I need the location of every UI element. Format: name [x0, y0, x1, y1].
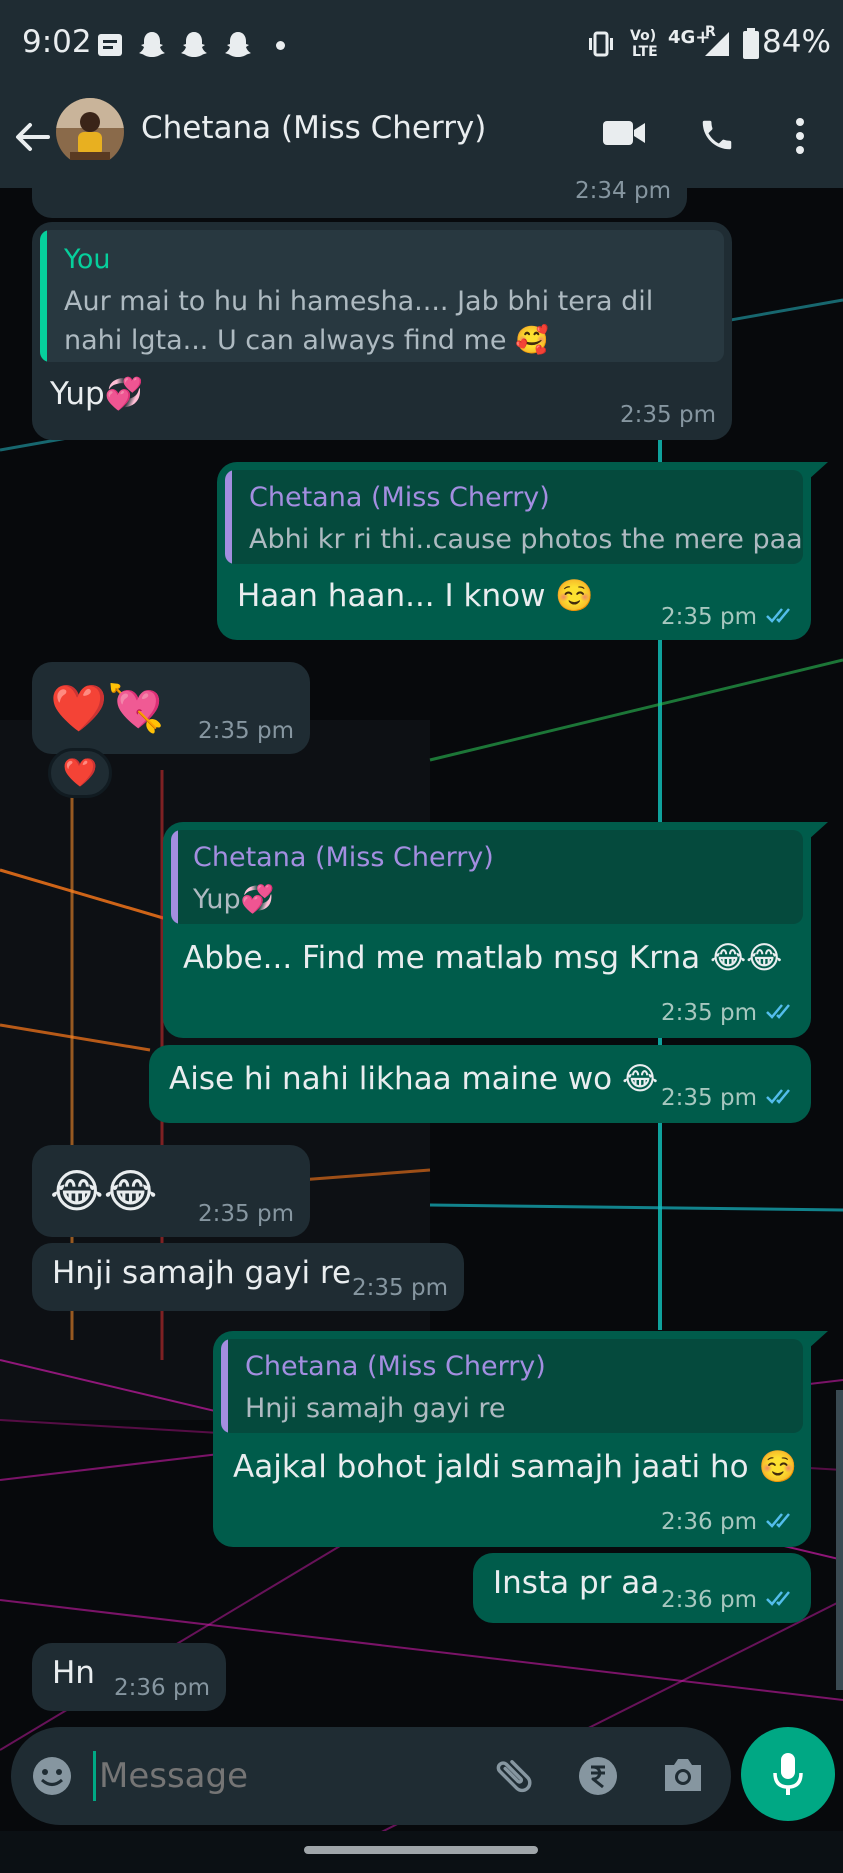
message-time: 2:36 pm: [661, 1509, 797, 1535]
attach-icon[interactable]: [491, 1753, 537, 1799]
quoted-message[interactable]: You Aur mai to hu hi hamesha.... Jab bhi…: [40, 230, 724, 362]
quoted-text: Hnji samajh gayi re: [245, 1393, 506, 1424]
volte-label: Vo): [630, 28, 657, 44]
message-incoming[interactable]: Hn 2:36 pm: [32, 1643, 226, 1711]
back-arrow-icon[interactable]: [12, 117, 52, 157]
message-time: 2:35 pm: [198, 1201, 294, 1227]
message-composer: [11, 1727, 731, 1825]
lte-label: LTE: [632, 44, 658, 60]
message-incoming[interactable]: 2:34 pm: [32, 160, 687, 218]
message-text: Hn: [52, 1655, 95, 1691]
quoted-message[interactable]: Chetana (Miss Cherry) Hnji samajh gayi r…: [221, 1339, 803, 1433]
message-input[interactable]: [99, 1747, 479, 1805]
voice-call-icon[interactable]: [698, 116, 736, 154]
quoted-text: Yup💞: [193, 884, 275, 915]
vibrate-icon: [589, 31, 613, 57]
quoted-author: Chetana (Miss Cherry): [249, 482, 550, 513]
message-time: 2:35 pm: [620, 402, 716, 428]
read-ticks-icon: [766, 608, 790, 623]
avatar[interactable]: [56, 98, 124, 166]
status-bar: 9:02 Vo) LTE 4G+ R 84%: [0, 0, 843, 88]
message-incoming[interactable]: You Aur mai to hu hi hamesha.... Jab bhi…: [32, 222, 732, 440]
bubble-tail: [808, 462, 828, 480]
message-outgoing[interactable]: Insta pr aa 2:36 pm: [473, 1553, 811, 1623]
message-text: Aise hi nahi likhaa maine wo 😂: [169, 1061, 659, 1097]
reaction-badge[interactable]: ❤️: [48, 748, 112, 798]
message-time: 2:35 pm: [661, 604, 797, 630]
quoted-author: Chetana (Miss Cherry): [245, 1351, 546, 1382]
message-text: Aajkal bohot jaldi samajh jaati ho ☺️: [233, 1449, 798, 1485]
camera-icon[interactable]: [661, 1755, 705, 1795]
signal-icon: [705, 32, 729, 56]
message-text: Hnji samajh gayi re: [52, 1255, 352, 1291]
message-outgoing[interactable]: Chetana (Miss Cherry) Abhi kr ri thi..ca…: [217, 462, 811, 640]
message-text: 😂😂: [50, 1164, 158, 1218]
message-text: Yup💞: [50, 376, 144, 412]
message-time: 2:36 pm: [661, 1587, 797, 1613]
rupee-payment-icon[interactable]: [577, 1755, 619, 1797]
status-time: 9:02: [22, 24, 92, 60]
emoji-icon[interactable]: [31, 1755, 73, 1797]
read-ticks-icon: [766, 1513, 790, 1528]
message-incoming[interactable]: 😂😂 2:35 pm: [32, 1145, 310, 1237]
quoted-author: Chetana (Miss Cherry): [193, 842, 494, 873]
system-nav-bar: [0, 1831, 843, 1873]
message-text: Abbe... Find me matlab msg Krna 😂😂: [183, 940, 783, 976]
battery-percent: 84%: [762, 24, 831, 60]
text-cursor: [93, 1751, 96, 1801]
message-text: Insta pr aa: [493, 1565, 660, 1601]
bubble-tail: [808, 1331, 828, 1349]
home-gesture-handle[interactable]: [304, 1846, 538, 1854]
message-text: ❤️💘: [50, 681, 165, 735]
message-time: 2:34 pm: [575, 178, 671, 204]
message-outgoing[interactable]: Chetana (Miss Cherry) Hnji samajh gayi r…: [213, 1331, 811, 1547]
notes-icon: [98, 34, 122, 56]
video-call-icon[interactable]: [602, 118, 646, 148]
quoted-text: Abhi kr ri thi..cause photos the mere pa…: [249, 524, 803, 555]
message-time: 2:35 pm: [661, 1085, 797, 1111]
message-time: 2:35 pm: [352, 1275, 448, 1301]
dot-icon: [276, 41, 285, 50]
read-ticks-icon: [766, 1089, 790, 1104]
battery-icon: [743, 28, 759, 59]
mic-icon: [773, 1753, 803, 1795]
quoted-text: Aur mai to hu hi hamesha.... Jab bhi ter…: [64, 286, 654, 356]
snapchat-icon: [225, 32, 251, 57]
contact-name[interactable]: Chetana (Miss Cherry): [141, 110, 486, 146]
bubble-tail: [808, 822, 828, 840]
snapchat-icon: [139, 32, 165, 57]
message-time: 2:35 pm: [198, 718, 294, 744]
quoted-message[interactable]: Chetana (Miss Cherry) Yup💞: [171, 830, 803, 924]
message-time: 2:36 pm: [114, 1675, 210, 1701]
message-incoming[interactable]: Hnji samajh gayi re 2:35 pm: [32, 1243, 464, 1311]
read-ticks-icon: [766, 1591, 790, 1606]
voice-message-button[interactable]: [741, 1727, 835, 1821]
message-incoming[interactable]: ❤️💘 2:35 pm: [32, 662, 310, 754]
reaction-emoji: ❤️: [62, 756, 98, 789]
message-outgoing[interactable]: Aise hi nahi likhaa maine wo 😂 2:35 pm: [149, 1045, 811, 1123]
snapchat-icon: [181, 32, 207, 57]
read-ticks-icon: [766, 1004, 790, 1019]
message-text: Haan haan... I know ☺️: [237, 578, 594, 614]
more-options-icon[interactable]: [790, 114, 810, 158]
quoted-author: You: [64, 244, 111, 275]
quoted-message[interactable]: Chetana (Miss Cherry) Abhi kr ri thi..ca…: [225, 470, 803, 564]
message-time: 2:35 pm: [661, 1000, 797, 1026]
message-outgoing[interactable]: Chetana (Miss Cherry) Yup💞 Abbe... Find …: [163, 822, 811, 1038]
